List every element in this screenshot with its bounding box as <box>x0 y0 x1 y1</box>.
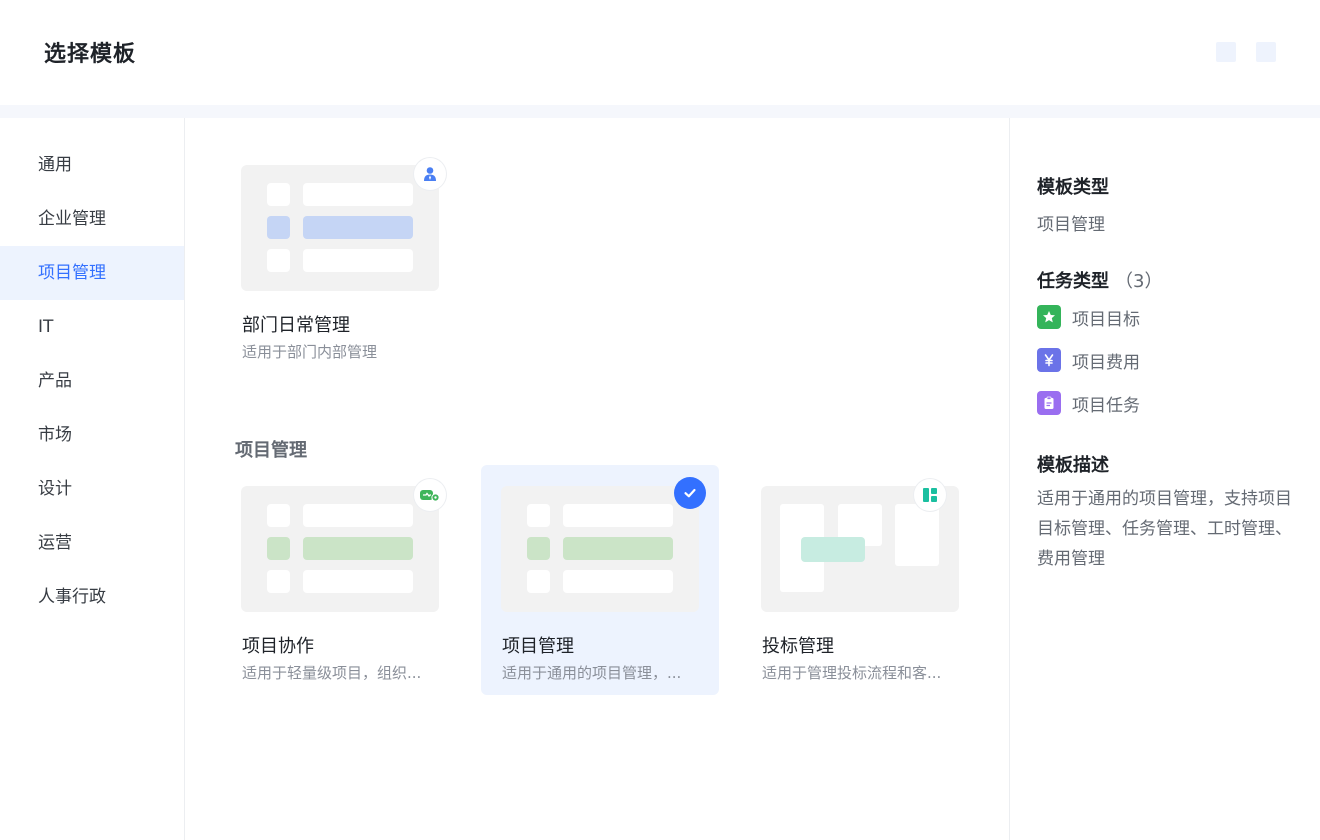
sidebar-item-product[interactable]: 产品 <box>0 354 184 408</box>
template-name: 项目协作 <box>242 636 314 657</box>
grid-layout-icon <box>914 479 946 511</box>
template-description: 适用于部门内部管理 <box>242 343 378 361</box>
template-name: 部门日常管理 <box>242 315 350 336</box>
dialog-header: 选择模板 <box>0 0 1320 105</box>
template-name: 项目管理 <box>502 636 574 657</box>
template-description: 适用于管理投标流程和客... <box>762 664 942 682</box>
template-card-project-collab[interactable]: 项目协作 适用于轻量级项目，组织... <box>221 465 459 695</box>
sidebar-item-general[interactable]: 通用 <box>0 138 184 192</box>
star-icon <box>1037 305 1061 329</box>
template-desc-label: 模板描述 <box>1037 455 1109 476</box>
sidebar-item-enterprise[interactable]: 企业管理 <box>0 192 184 246</box>
minimize-button[interactable] <box>1216 42 1236 62</box>
sidebar-item-hr-admin[interactable]: 人事行政 <box>0 570 184 624</box>
template-thumbnail <box>241 165 439 291</box>
template-description: 适用于通用的项目管理，... <box>502 664 682 682</box>
category-sidebar: 通用 企业管理 项目管理 IT 产品 市场 设计 运营 人事行政 <box>0 118 185 840</box>
sidebar-item-market[interactable]: 市场 <box>0 408 184 462</box>
sidebar-item-design[interactable]: 设计 <box>0 462 184 516</box>
template-gallery: 部门日常管理 适用于部门内部管理 项目管理 项目协作 适用于轻量级项目，组织..… <box>186 118 1009 840</box>
sidebar-item-it[interactable]: IT <box>0 300 184 354</box>
template-thumbnail <box>241 486 439 612</box>
template-card-bidding[interactable]: 投标管理 适用于管理投标流程和客... <box>741 465 979 695</box>
sidebar-item-project-management[interactable]: 项目管理 <box>0 246 184 300</box>
clipboard-icon <box>1037 391 1061 415</box>
task-types-count: （3） <box>1115 271 1163 292</box>
collab-gear-icon <box>414 479 446 511</box>
header-divider <box>0 105 1320 118</box>
yen-icon <box>1037 348 1061 372</box>
template-thumbnail <box>501 486 699 612</box>
task-types-label: 任务类型 （3） <box>1037 271 1163 292</box>
template-detail-panel: 模板类型 项目管理 任务类型 （3） 项目目标 项目费用 项目任务 模板描述 适用… <box>1009 118 1320 840</box>
section-title: 项目管理 <box>235 440 307 461</box>
task-type-item: 项目任务 <box>1037 390 1140 416</box>
dialog-title: 选择模板 <box>44 42 137 67</box>
template-type-label: 模板类型 <box>1037 177 1109 198</box>
template-type-value: 项目管理 <box>1037 215 1105 235</box>
person-icon <box>414 158 446 190</box>
template-description-text: 适用于通用的项目管理，支持项目目标管理、任务管理、工时管理、费用管理 <box>1037 489 1292 569</box>
template-card-project-management[interactable]: 项目管理 适用于通用的项目管理，... <box>481 465 719 695</box>
check-icon <box>674 477 706 509</box>
task-type-item: 项目目标 <box>1037 304 1140 330</box>
template-name: 投标管理 <box>762 636 834 657</box>
close-button[interactable] <box>1256 42 1276 62</box>
template-description: 适用于轻量级项目，组织... <box>242 664 422 682</box>
task-type-item: 项目费用 <box>1037 347 1140 373</box>
sidebar-item-operations[interactable]: 运营 <box>0 516 184 570</box>
template-card-department[interactable]: 部门日常管理 适用于部门内部管理 <box>221 144 459 374</box>
